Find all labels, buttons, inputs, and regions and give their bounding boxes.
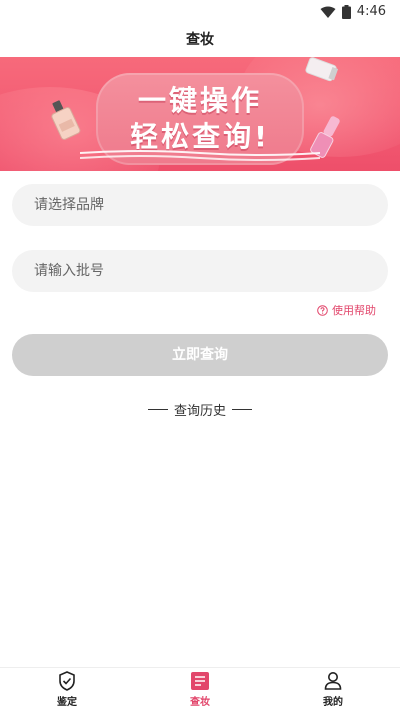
promo-banner[interactable]: 一键操作 轻松查询! — [0, 57, 400, 171]
history-heading: 查询历史 — [0, 400, 400, 419]
page-title: 查妆 — [186, 32, 214, 48]
help-circle-icon — [317, 304, 328, 316]
tab-mine[interactable]: 我的 — [303, 671, 363, 708]
user-icon — [324, 672, 342, 690]
brand-select-field[interactable]: 请选择品牌 — [12, 184, 388, 226]
tab-label: 鉴定 — [57, 697, 77, 708]
help-label: 使用帮助 — [332, 304, 376, 317]
banner-headline: 一键操作 — [137, 84, 262, 117]
makeup-check-icon — [191, 672, 209, 690]
batch-number-placeholder: 请输入批号 — [34, 263, 104, 279]
divider — [232, 409, 252, 410]
tab-label: 查妆 — [190, 697, 210, 708]
divider — [147, 409, 168, 410]
help-link[interactable]: 使用帮助 — [317, 302, 376, 318]
batch-number-input[interactable]: 请输入批号 — [12, 250, 388, 292]
query-now-button[interactable]: 立即查询 — [12, 334, 388, 376]
tab-label: 我的 — [323, 697, 343, 708]
status-time: 4:46 — [356, 4, 386, 19]
bottom-tab-bar: 鉴定 查妆 我的 — [0, 667, 400, 710]
status-bar: 4:46 — [0, 0, 400, 24]
banner-stripes-decoration — [80, 150, 320, 161]
tab-check-makeup[interactable]: 查妆 — [170, 671, 230, 708]
battery-icon — [341, 4, 351, 19]
tab-authenticate[interactable]: 鉴定 — [37, 671, 97, 708]
shield-check-icon — [59, 671, 75, 691]
wifi-icon — [320, 6, 336, 18]
history-label: 查询历史 — [173, 404, 226, 419]
title-bar: 查妆 — [0, 24, 400, 56]
brand-select-placeholder: 请选择品牌 — [34, 197, 104, 213]
status-icons: 4:46 — [320, 4, 386, 19]
